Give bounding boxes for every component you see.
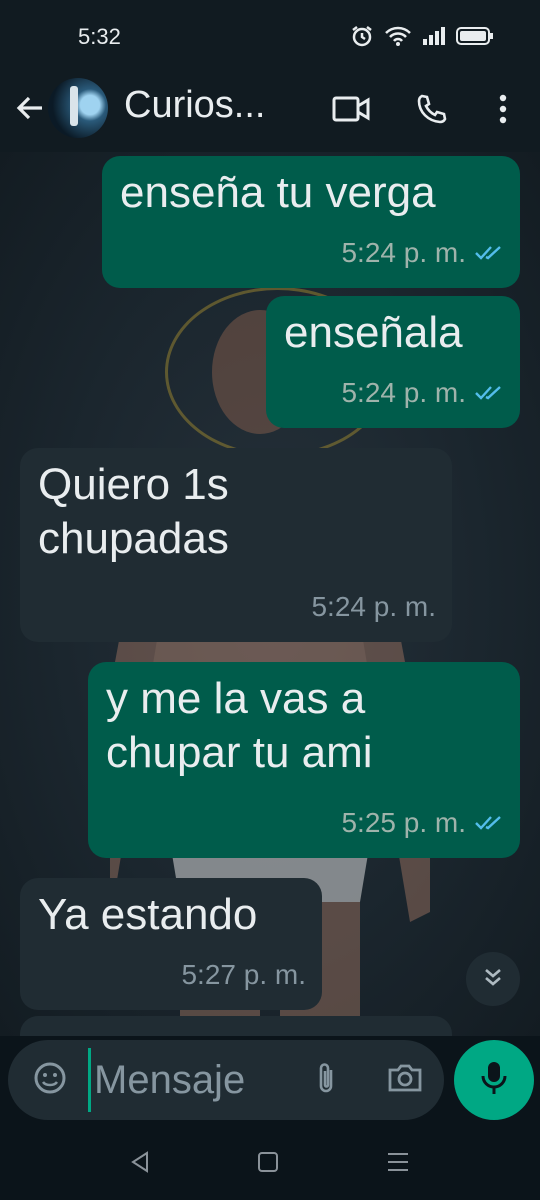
message-text-line: chupar tu ami	[106, 728, 373, 777]
read-ticks-icon	[474, 226, 504, 280]
voice-record-button[interactable]	[454, 1040, 534, 1120]
back-button[interactable]	[10, 90, 50, 130]
attach-icon	[314, 1060, 338, 1101]
message-bubble-incoming[interactable]: Quiero 1s chupadas 5:24 p. m.	[20, 448, 452, 642]
video-call-icon	[332, 95, 370, 128]
alarm-icon	[350, 24, 374, 53]
chat-area[interactable]: enseña tu verga 5:24 p. m. enseñala 5:24…	[0, 152, 540, 1036]
nav-home-button[interactable]	[252, 1148, 284, 1180]
message-bubble-outgoing[interactable]: enseñala 5:24 p. m.	[266, 296, 520, 428]
message-bubble-incoming-partial[interactable]	[20, 1016, 452, 1036]
system-nav-bar	[0, 1126, 540, 1200]
video-call-button[interactable]	[328, 88, 374, 134]
double-chevron-down-icon	[481, 965, 505, 994]
voice-call-button[interactable]	[408, 88, 454, 134]
contact-name[interactable]: Curios...	[124, 84, 265, 127]
voice-call-icon	[415, 93, 447, 130]
message-meta: 5:25 p. m.	[341, 796, 504, 850]
message-meta: 5:24 p. m.	[341, 366, 504, 420]
more-options-button[interactable]	[480, 88, 526, 134]
message-bubble-outgoing[interactable]: y me la vas a chupar tu ami 5:25 p. m.	[88, 662, 520, 858]
status-icons	[350, 24, 494, 53]
nav-home-icon	[257, 1151, 279, 1178]
read-ticks-icon	[474, 366, 504, 420]
camera-button[interactable]	[380, 1058, 430, 1102]
message-time: 5:27 p. m.	[181, 959, 306, 990]
contact-avatar[interactable]	[48, 78, 108, 138]
message-meta: 5:24 p. m.	[311, 580, 436, 634]
camera-icon	[386, 1062, 424, 1099]
message-time: 5:24 p. m.	[311, 591, 436, 622]
message-meta: 5:27 p. m.	[181, 948, 306, 1002]
message-input-box[interactable]	[8, 1040, 444, 1120]
status-bar: 5:32	[0, 0, 540, 70]
read-ticks-icon	[474, 796, 504, 850]
mic-icon	[479, 1060, 509, 1101]
message-text: enseñala	[284, 308, 463, 357]
chat-header: Curios...	[0, 70, 540, 152]
text-cursor	[88, 1048, 91, 1112]
message-bubble-outgoing[interactable]: enseña tu verga 5:24 p. m.	[102, 156, 520, 288]
message-meta: 5:24 p. m.	[341, 226, 504, 280]
signal-icon	[422, 26, 446, 51]
message-text: Ya estando	[38, 890, 258, 939]
nav-recents-button[interactable]	[382, 1148, 414, 1180]
nav-back-icon	[129, 1150, 151, 1179]
composer	[0, 1036, 540, 1126]
message-time: 5:25 p. m.	[341, 807, 466, 838]
status-time: 5:32	[78, 24, 121, 49]
message-bubble-incoming[interactable]: Ya estando 5:27 p. m.	[20, 878, 322, 1010]
more-vert-icon	[498, 93, 508, 130]
nav-recents-icon	[386, 1151, 410, 1178]
message-text: enseña tu verga	[120, 168, 436, 217]
message-input[interactable]	[94, 1054, 284, 1106]
message-text-line: chupadas	[38, 514, 229, 563]
message-time: 5:24 p. m.	[341, 377, 466, 408]
sticker-icon	[32, 1060, 68, 1101]
message-time: 5:24 p. m.	[341, 237, 466, 268]
back-arrow-icon	[14, 92, 46, 129]
message-text-line: Quiero 1s	[38, 460, 229, 509]
attach-button[interactable]	[304, 1058, 348, 1102]
nav-back-button[interactable]	[124, 1148, 156, 1180]
wifi-icon	[384, 25, 412, 52]
scroll-to-bottom-button[interactable]	[466, 952, 520, 1006]
message-text-line: y me la vas a	[106, 674, 366, 723]
battery-icon	[456, 26, 494, 51]
sticker-button[interactable]	[28, 1058, 72, 1102]
